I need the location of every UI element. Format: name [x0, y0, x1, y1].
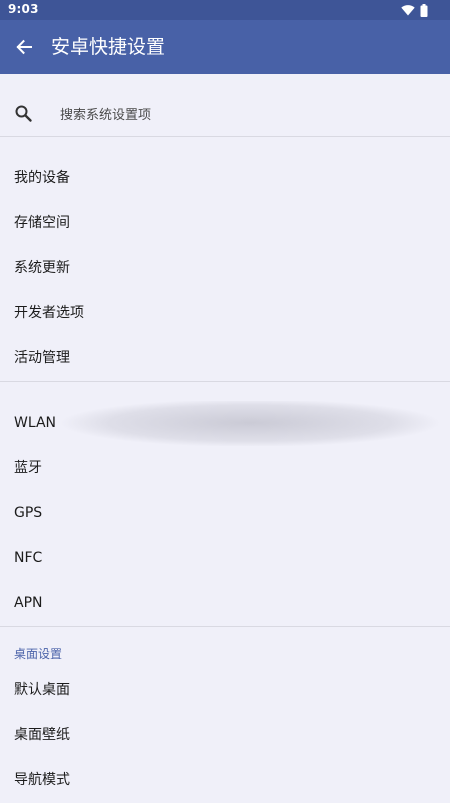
status-bar: 9:03 [0, 0, 450, 20]
list-item-system-update[interactable]: 系统更新 [0, 246, 450, 291]
wifi-icon [401, 5, 415, 16]
arrow-left-icon [16, 39, 32, 55]
divider [0, 626, 450, 627]
list-item-default-launcher[interactable]: 默认桌面 [0, 668, 450, 713]
list-item-nfc[interactable]: NFC [0, 536, 450, 581]
list-item-wallpaper[interactable]: 桌面壁纸 [0, 713, 450, 758]
section-header-desktop: 桌面设置 [14, 647, 63, 661]
search-bar [0, 92, 450, 136]
list-item-my-device[interactable]: 我的设备 [0, 156, 450, 201]
list-item-gps[interactable]: GPS [0, 491, 450, 536]
back-button[interactable] [10, 33, 38, 61]
list-item-apn[interactable]: APN [0, 581, 450, 626]
search-icon [15, 105, 32, 122]
list-item-wlan[interactable]: WLAN [0, 401, 450, 446]
search-input[interactable] [58, 104, 422, 126]
list-item-developer-options[interactable]: 开发者选项 [0, 291, 450, 336]
app-bar: 安卓快捷设置 [0, 20, 450, 74]
list-item-storage[interactable]: 存储空间 [0, 201, 450, 246]
list-item-activity-manager[interactable]: 活动管理 [0, 336, 450, 381]
list-item-bluetooth[interactable]: 蓝牙 [0, 446, 450, 491]
divider [0, 381, 450, 382]
battery-icon [420, 3, 428, 17]
status-time: 9:03 [8, 2, 39, 16]
divider [0, 136, 450, 137]
status-icons [401, 3, 428, 17]
page-title: 安卓快捷设置 [51, 36, 166, 58]
list-item-navigation-mode[interactable]: 导航模式 [0, 758, 450, 803]
